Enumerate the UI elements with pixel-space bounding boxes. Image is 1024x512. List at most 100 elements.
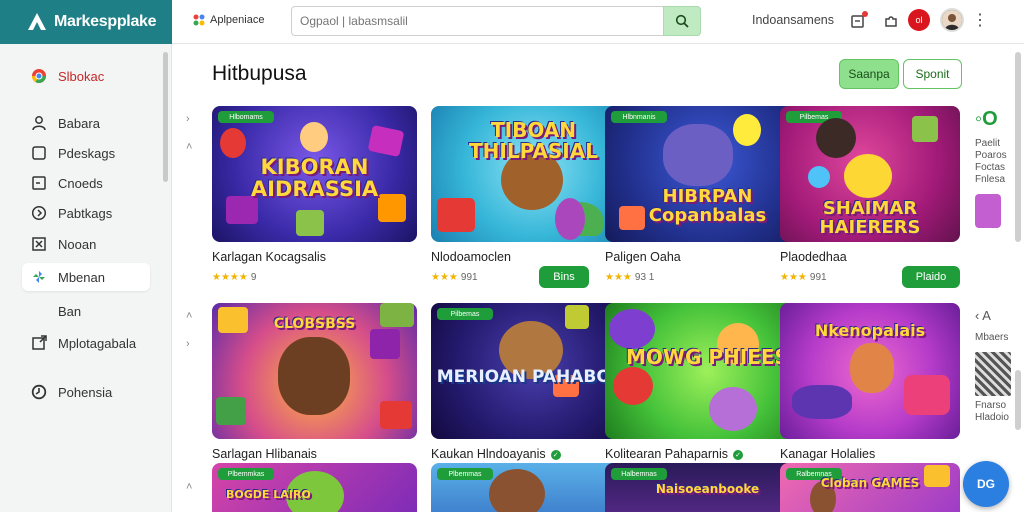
app-grid-logo-icon <box>193 14 205 26</box>
category-tag: Halbemnas <box>611 468 667 480</box>
close-box-icon <box>30 235 48 253</box>
game-name-text: Kaukan Hlndoayanis <box>431 447 546 461</box>
avatar[interactable] <box>940 8 964 32</box>
partial-right-column-2: ‹ A Mbaers Fnarso Hladoio <box>975 308 1015 424</box>
game-thumbnail[interactable]: Plbemmkas BOGDE LAIRO <box>212 463 417 512</box>
game-thumbnail[interactable]: Pilbemas SHAIMAR HAIERERS <box>780 106 960 242</box>
chevron-right-icon[interactable]: › <box>186 338 190 350</box>
secondary-button[interactable]: Sponit <box>903 59 962 89</box>
chevron-right-icon[interactable]: › <box>186 113 190 125</box>
category-tag: Plbemmkas <box>218 468 274 480</box>
sidebar-item-4[interactable]: Pabtkags <box>22 199 150 227</box>
clock-icon <box>30 383 48 401</box>
floating-action-button[interactable]: DG <box>963 461 1009 507</box>
game-art-title: SHAIMAR HAIERERS <box>819 198 921 238</box>
chrome-icon <box>30 67 48 85</box>
top-logo-text: Aplpeniace <box>210 14 265 26</box>
box-icon <box>30 174 48 192</box>
chevron-up-icon[interactable]: ˄ <box>186 481 192 493</box>
game-name[interactable]: Kolitearan Pahaparnis ✓ <box>605 447 743 461</box>
game-name[interactable]: Paligen Oaha <box>605 250 681 264</box>
rating-count: 991 <box>460 272 478 283</box>
game-thumbnail[interactable]: CLOBSBSS <box>212 303 417 439</box>
sidebar-item-label: Pabtkags <box>58 205 113 221</box>
game-thumbnail[interactable]: Ralbemnas Cloban GAMES <box>780 463 960 512</box>
sidebar-item-5[interactable]: Nooan <box>22 230 150 258</box>
top-nav-link[interactable]: Indoansamens <box>752 13 834 27</box>
puzzle-icon <box>885 16 897 27</box>
game-name[interactable]: Kanagar Holalies <box>780 447 875 461</box>
rating-stars: ★★★★ 9 <box>212 272 256 283</box>
partial-thumbnail[interactable] <box>975 194 1001 228</box>
main-scrollbar[interactable] <box>1015 52 1021 242</box>
partial-logo: ◦O <box>975 108 998 130</box>
sidebar-item-label: Babara <box>58 115 100 131</box>
game-name[interactable]: Karlagan Kocagsalis <box>212 250 326 264</box>
sidebar-item-7[interactable]: Ban <box>22 297 150 325</box>
partial-text: Fnarso Hladoio <box>975 400 1009 423</box>
rating-stars: ★★★ 991 <box>780 272 827 283</box>
sidebar-item-label: Mplotagabala <box>58 335 137 351</box>
star-icons: ★★★★ <box>212 272 248 283</box>
sidebar-item-3[interactable]: Cnoeds <box>22 169 150 197</box>
get-button[interactable]: Bins <box>539 266 589 288</box>
verified-icon: ✓ <box>550 449 561 460</box>
game-art-title: Cloban GAMES <box>820 476 920 490</box>
verified-icon: ✓ <box>733 449 743 460</box>
top-logo[interactable]: Aplpeniace <box>192 13 264 27</box>
sidebar-item-9[interactable]: Pohensia <box>22 378 150 406</box>
game-name[interactable]: Plaodedhaa <box>780 250 847 264</box>
sidebar-item-label: Pdeskags <box>58 145 116 161</box>
user-icon <box>30 114 48 132</box>
partial-text: Paelit Poaros Foctas Fnlesa <box>975 138 1007 185</box>
sidebar-item-label: Pohensia <box>58 384 113 400</box>
star-icons: ★★★ <box>605 272 632 283</box>
main-scrollbar-lower[interactable] <box>1015 370 1021 430</box>
chevron-up-icon[interactable]: ˄ <box>186 310 192 322</box>
app-name: Markespplake <box>54 13 157 30</box>
extensions-button[interactable] <box>881 11 901 31</box>
game-name[interactable]: Nlodoamoclen <box>431 250 511 264</box>
page-title: Hitbupusa <box>212 62 307 85</box>
notification-dot <box>862 11 868 17</box>
marketplace-logo-icon <box>28 13 46 30</box>
sidebar-scrollbar[interactable] <box>163 52 168 182</box>
partial-thumbnail[interactable] <box>975 352 1011 396</box>
rating-count: 991 <box>809 272 827 283</box>
chevron-up-icon[interactable]: ˄ <box>186 141 192 153</box>
rating-stars: ★★★ 991 <box>431 272 478 283</box>
brand-header[interactable]: Markespplake <box>0 0 172 44</box>
external-box-icon <box>30 334 48 352</box>
partial-letter: ‹ A <box>975 308 991 323</box>
game-art-title: Nkenopalais <box>814 321 926 340</box>
game-thumbnail[interactable]: Nkenopalais <box>780 303 960 439</box>
sidebar-item-1[interactable]: Babara <box>22 109 150 137</box>
search-icon <box>675 14 689 28</box>
get-button[interactable]: Plaido <box>902 266 960 288</box>
square-icon <box>30 144 48 162</box>
sidebar-item-0[interactable]: Slbokac <box>22 62 150 90</box>
game-art-title: CLOBSBSS <box>273 316 356 332</box>
partial-right-column: ◦O Paelit Poaros Foctas Fnlesa <box>975 108 1015 228</box>
sidebar-item-6[interactable]: Mbenan <box>22 263 150 291</box>
game-name-text: Kolitearan Pahaparnis <box>605 447 728 461</box>
sidebar-item-label: Cnoeds <box>58 175 103 191</box>
search-input[interactable] <box>300 12 660 30</box>
sidebar-item-8[interactable]: Mplotagabala <box>22 329 150 357</box>
search-button[interactable] <box>663 6 701 36</box>
game-art-title: BOGDE LAIRO <box>226 488 311 501</box>
sidebar-item-label: Nooan <box>58 236 97 252</box>
rating-count: 9 <box>250 272 257 283</box>
sidebar-item-label: Mbenan <box>58 269 105 285</box>
game-name[interactable]: Sarlagan Hlibanais <box>212 447 317 461</box>
sidebar-item-2[interactable]: Pdeskags <box>22 139 150 167</box>
primary-button[interactable]: Saanpa <box>839 59 899 89</box>
alert-badge[interactable]: ol <box>908 9 930 31</box>
more-options-icon[interactable]: ⋮ <box>972 10 988 30</box>
top-bar: Aplpeniace Indoansamens ol ⋮ <box>172 0 1024 44</box>
compass-icon <box>30 204 48 222</box>
game-thumbnail[interactable]: Hlbomams KIBORAN AIDRASSIA <box>212 106 417 242</box>
game-name[interactable]: Kaukan Hlndoayanis ✓ <box>431 447 561 461</box>
star-icons: ★★★ <box>431 272 458 283</box>
notifications-button[interactable] <box>848 11 868 31</box>
